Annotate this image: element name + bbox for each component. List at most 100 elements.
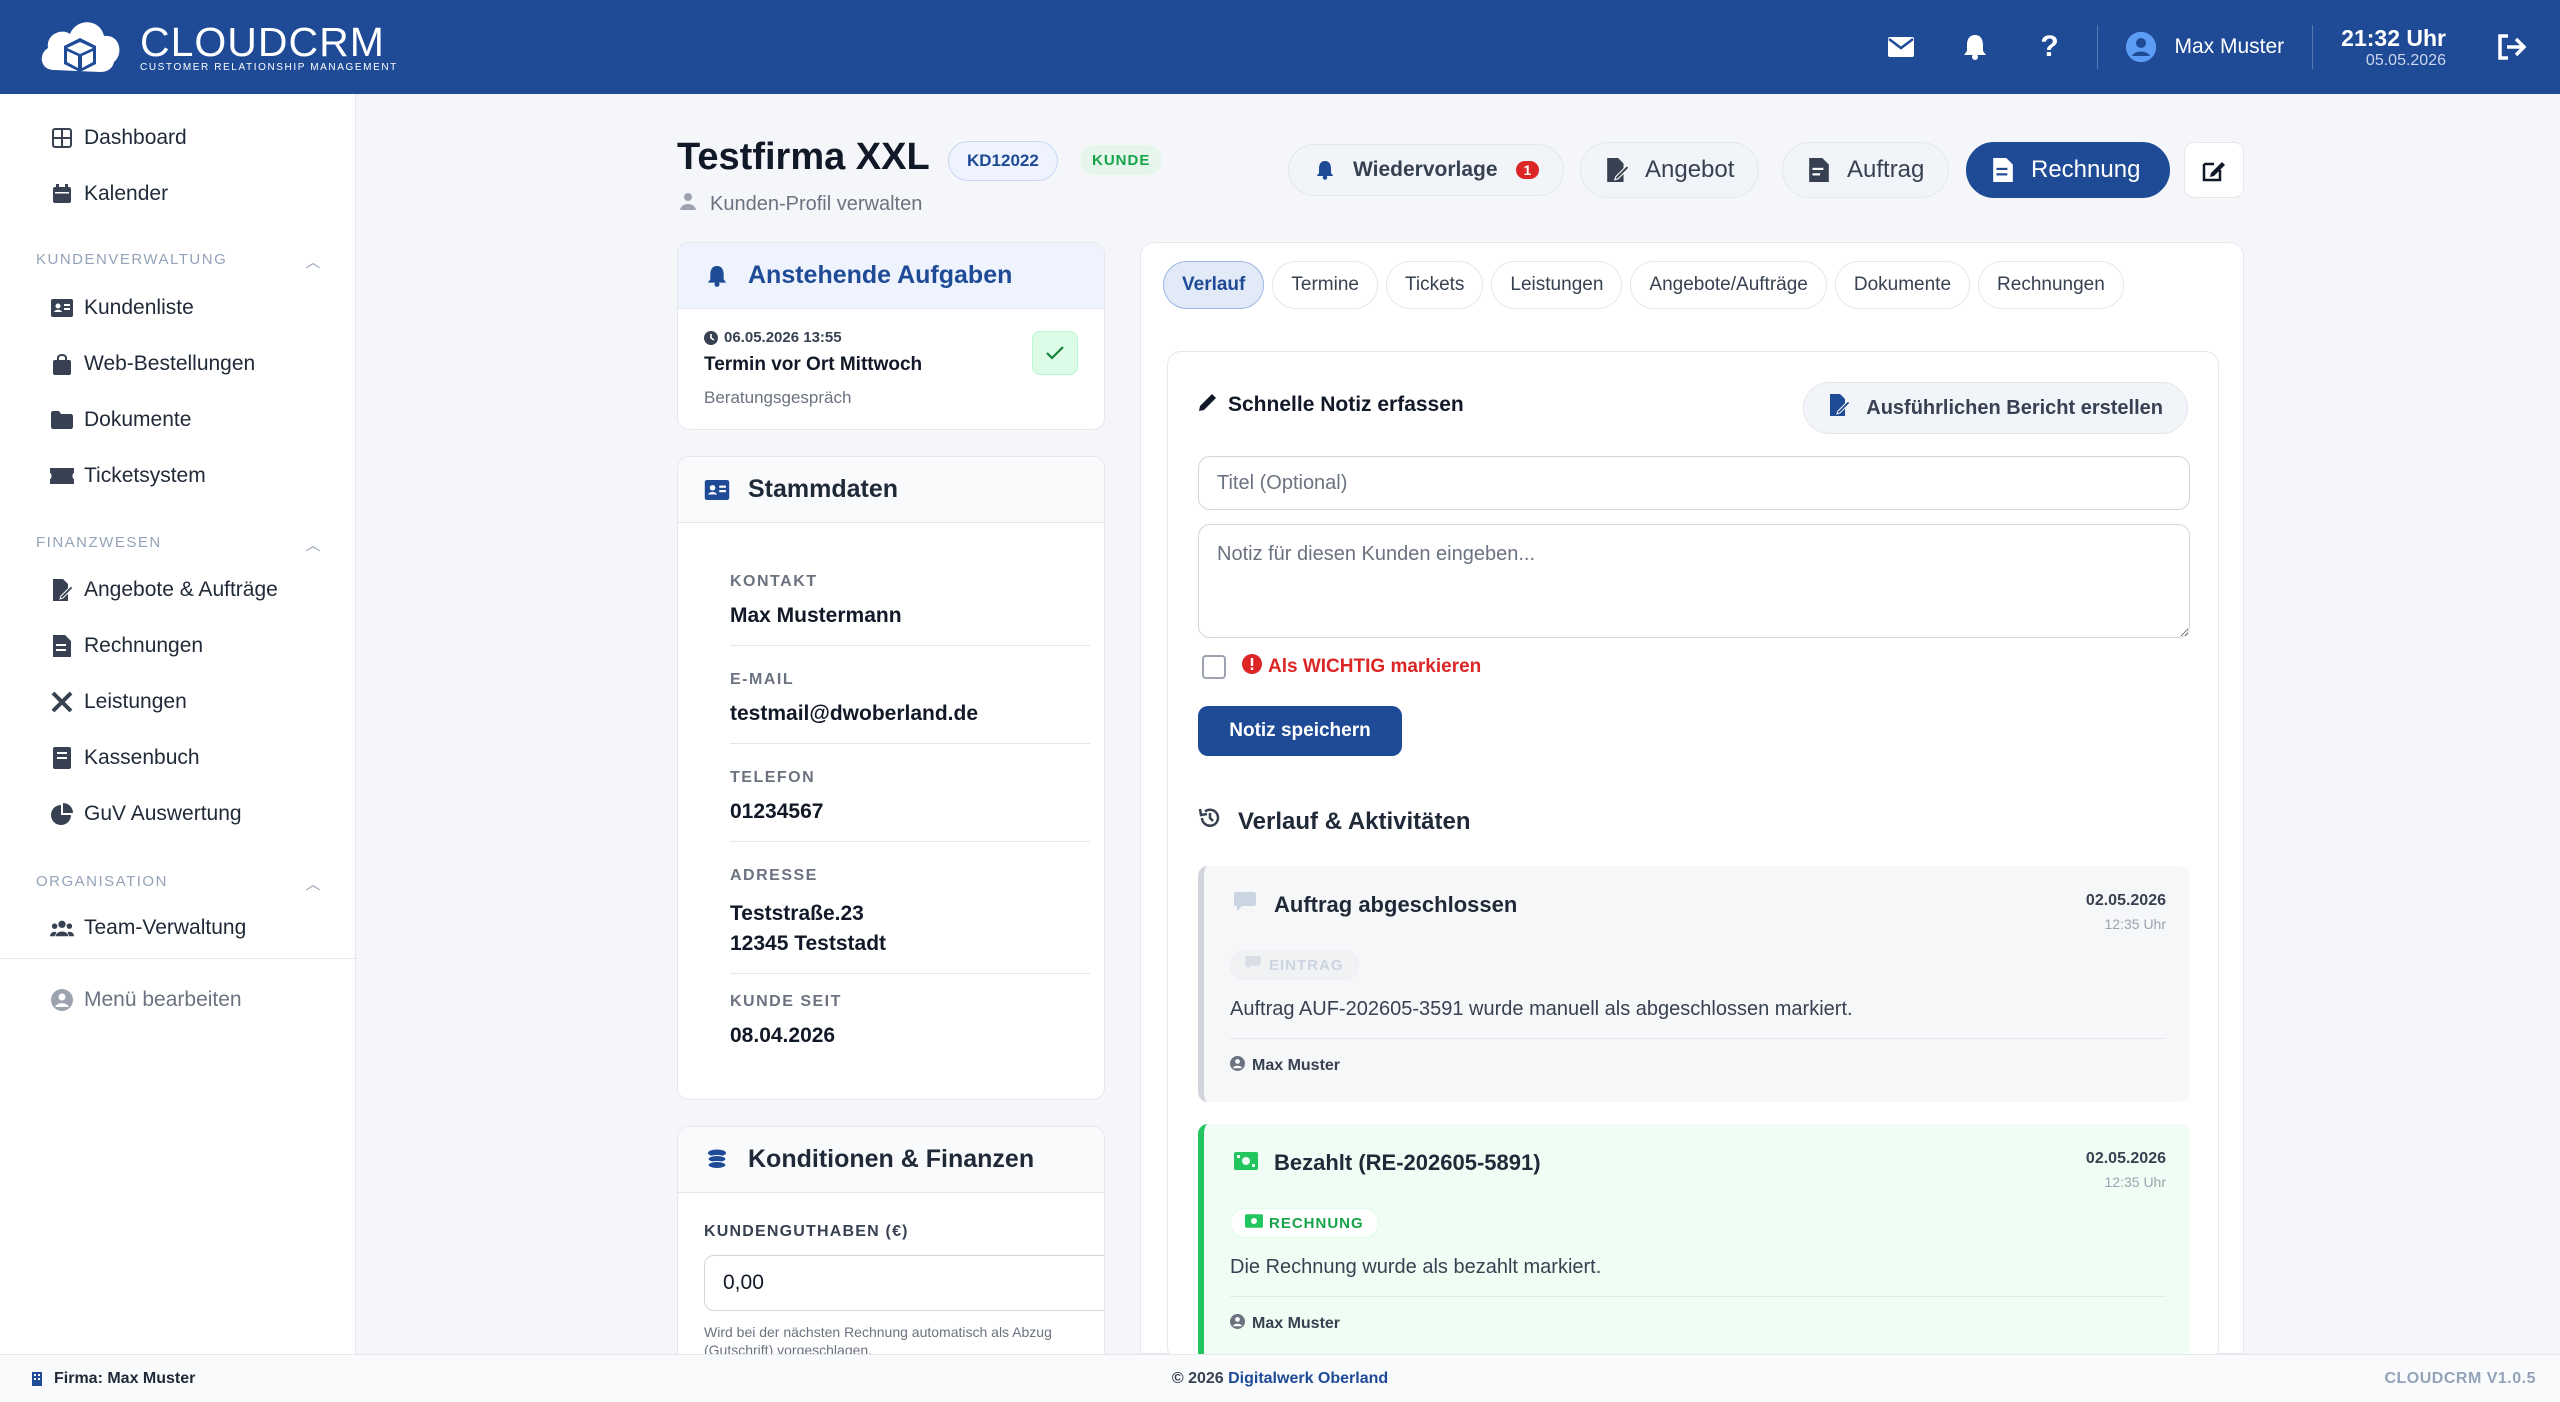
entry-date: 02.05.2026 12:35 Uhr [2086, 892, 2166, 932]
field-value[interactable]: testmail@dwoberland.de [730, 699, 1090, 729]
sidebar-item-angebote-auftraege[interactable]: Angebote & Aufträge [50, 574, 278, 606]
sidebar-item-rechnungen[interactable]: Rechnungen [50, 630, 203, 662]
clock-icon [704, 330, 718, 345]
field-value-line2: 12345 Teststadt [730, 932, 887, 955]
entry-title-text: Auftrag abgeschlossen [1274, 892, 1518, 917]
footer: Firma: Max Muster © 2026 Digitalwerk Obe… [0, 1354, 2560, 1402]
note-textarea[interactable] [1198, 524, 2190, 638]
tab-angebote-auftraege[interactable]: Angebote/Aufträge [1630, 261, 1827, 309]
tab-dokumente[interactable]: Dokumente [1834, 261, 1971, 309]
user-circle-icon [2126, 32, 2157, 62]
sidebar-item-label: Leistungen [84, 690, 187, 713]
logo[interactable]: CLOUDCRM CUSTOMER RELATIONSHIP MANAGEMEN… [34, 10, 398, 82]
complete-task-button[interactable] [1032, 331, 1078, 375]
invoice-icon [50, 634, 74, 658]
sidebar-item-dashboard[interactable]: Dashboard [50, 122, 187, 154]
field-label: KONTAKT [730, 573, 818, 590]
field-kontakt: KONTAKT Max Mustermann [730, 573, 1090, 646]
sidebar-item-web-bestellungen[interactable]: Web-Bestellungen [50, 348, 255, 380]
guthaben-input[interactable] [704, 1255, 1104, 1311]
user-circle-icon [1230, 1314, 1246, 1334]
important-label[interactable]: Als WICHTIG markieren [1242, 654, 1481, 680]
shopping-bag-icon [50, 352, 74, 376]
company-link[interactable]: Digitalwerk Oberland [1228, 1370, 1388, 1387]
task-title: Termin vor Ort Mittwoch [704, 354, 923, 375]
auftrag-button[interactable]: Auftrag [1782, 142, 1950, 198]
rechnung-button[interactable]: Rechnung [1966, 142, 2170, 198]
sidebar-item-label: Kundenliste [84, 296, 194, 319]
help-icon[interactable]: ? [2029, 27, 2069, 67]
sidebar-item-ticketsystem[interactable]: Ticketsystem [50, 460, 206, 492]
sidebar-item-kassenbuch[interactable]: Kassenbuch [50, 742, 200, 774]
calendar-icon [50, 182, 74, 206]
time: 21:32 Uhr [2341, 24, 2446, 51]
subtitle-text: Kunden-Profil verwalten [710, 192, 923, 215]
sidebar-item-label: Ticketsystem [84, 464, 206, 487]
sidebar-section-organisation[interactable]: ORGANISATION ︿ [36, 873, 322, 894]
edit-button[interactable] [2184, 142, 2244, 198]
button-label: Rechnung [2031, 156, 2141, 183]
date: 05.05.2026 [2365, 51, 2446, 69]
sidebar-item-kundenliste[interactable]: Kundenliste [50, 292, 194, 324]
sidebar-item-label: Dashboard [84, 126, 187, 149]
comment-icon [1245, 956, 1263, 974]
file-contract-icon [1807, 158, 1831, 182]
important-checkbox[interactable] [1202, 655, 1226, 679]
button-label: Wiedervorlage [1353, 158, 1498, 181]
user-menu[interactable]: Max Muster [2126, 32, 2284, 62]
section-title: FINANZWESEN [36, 534, 162, 551]
field-kunde-seit: KUNDE SEIT 08.04.2026 [730, 993, 1090, 1065]
entry-type-badge: EINTRAG [1230, 950, 1359, 980]
sidebar-item-guv-auswertung[interactable]: GuV Auswertung [50, 798, 242, 830]
title-text: Schnelle Notiz erfassen [1228, 393, 1464, 416]
tab-verlauf[interactable]: Verlauf [1163, 261, 1265, 309]
users-icon [50, 916, 74, 940]
money-bill-icon [1245, 1214, 1263, 1232]
sidebar-item-leistungen[interactable]: Leistungen [50, 686, 187, 718]
history-entry: Auftrag abgeschlossen 02.05.2026 12:35 U… [1198, 866, 2190, 1102]
label-text: Als WICHTIG markieren [1268, 656, 1482, 677]
sidebar-section-kundenverwaltung[interactable]: KUNDENVERWALTUNG ︿ [36, 251, 322, 272]
bell-icon[interactable] [1955, 27, 1995, 67]
coins-icon [704, 1147, 730, 1173]
file-signature-icon [1828, 394, 1851, 422]
sidebar-item-label: GuV Auswertung [84, 802, 242, 825]
logo-name: CLOUDCRM [140, 18, 385, 65]
angebot-button[interactable]: Angebot [1580, 142, 1760, 198]
sidebar-item-dokumente[interactable]: Dokumente [50, 404, 191, 436]
sidebar-item-label: Menü bearbeiten [84, 988, 242, 1011]
entry-time: 12:35 Uhr [2104, 1174, 2166, 1190]
field-label: TELEFON [730, 769, 816, 786]
save-note-button[interactable]: Notiz speichern [1198, 706, 1402, 756]
sidebar-item-kalender[interactable]: Kalender [50, 178, 168, 210]
note-title-input[interactable] [1198, 456, 2190, 510]
tab-tickets[interactable]: Tickets [1385, 261, 1484, 309]
logout-icon[interactable] [2492, 27, 2532, 67]
wiedervorlage-button[interactable]: Wiedervorlage 1 [1288, 144, 1565, 196]
entry-date-text: 02.05.2026 [2085, 892, 2166, 909]
create-report-button[interactable]: Ausführlichen Bericht erstellen [1803, 382, 2188, 434]
button-label: Ausführlichen Bericht erstellen [1866, 396, 2163, 419]
mail-icon[interactable] [1881, 27, 1921, 67]
field-value[interactable]: 01234567 [730, 797, 1090, 827]
tab-leistungen[interactable]: Leistungen [1491, 261, 1623, 309]
card-title: Konditionen & Finanzen [748, 1145, 1035, 1173]
edit-menu-button[interactable]: Menü bearbeiten [50, 984, 242, 1016]
tab-rechnungen[interactable]: Rechnungen [1978, 261, 2124, 309]
sidebar-section-finanzwesen[interactable]: FINANZWESEN ︿ [36, 534, 322, 555]
sidebar-item-team-verwaltung[interactable]: Team-Verwaltung [50, 912, 246, 944]
user-circle-icon [50, 988, 74, 1012]
button-label: Auftrag [1847, 156, 1925, 183]
sidebar-item-label: Web-Bestellungen [84, 352, 256, 375]
task-item[interactable]: 06.05.2026 13:55 Termin vor Ort Mittwoch… [704, 329, 922, 408]
guthaben-label: KUNDENGUTHABEN (€) [704, 1223, 909, 1240]
count-badge: 1 [1515, 161, 1540, 179]
tab-termine[interactable]: Termine [1272, 261, 1378, 309]
book-icon [50, 746, 74, 770]
entry-text: Auftrag AUF-202605-3591 wurde manuell al… [1230, 998, 1853, 1020]
exclamation-circle-icon [1242, 654, 1262, 680]
entry-user-name: Max Muster [1252, 1057, 1341, 1074]
divider [2097, 25, 2099, 69]
entry-user: Max Muster [1230, 1314, 1340, 1334]
entry-title: Auftrag abgeschlossen [1234, 892, 1517, 918]
